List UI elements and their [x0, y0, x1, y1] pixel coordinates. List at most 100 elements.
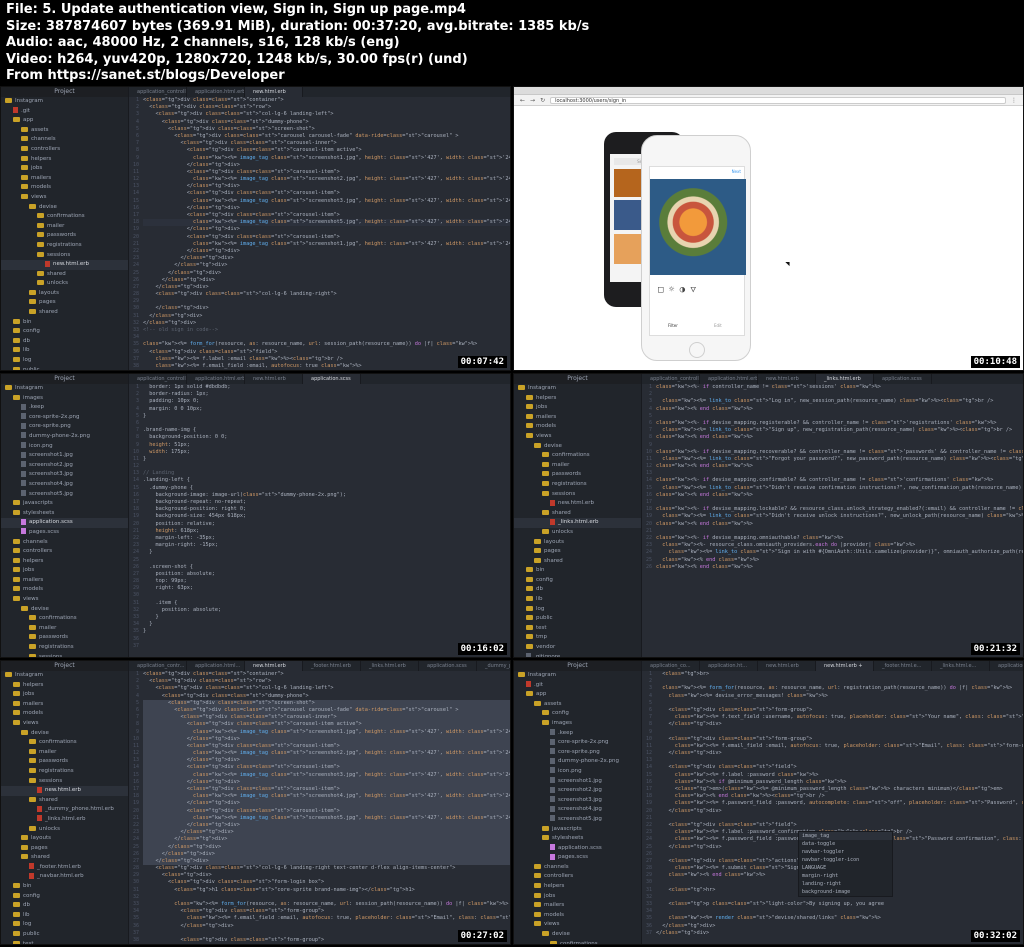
tree-item[interactable]: public: [1, 930, 128, 940]
tree-item[interactable]: devise: [1, 729, 128, 739]
tree-item[interactable]: screenshot3.jpg: [514, 796, 641, 806]
tree-item[interactable]: new.html.erb: [1, 260, 128, 270]
tree-item[interactable]: mailers: [514, 413, 641, 423]
code-editor[interactable]: 1 2 3 4 5 6 7 8 9 10 11 12 13 14 15 16 17 18 19 20 21 22 23 24 2…: [129, 671, 510, 944]
tree-item[interactable]: confirmations: [1, 614, 128, 624]
editor-tab[interactable]: application_co...: [642, 661, 700, 671]
editor-tab[interactable]: application.scss: [303, 374, 361, 384]
tree-item[interactable]: mailers: [1, 174, 128, 184]
tree-item[interactable]: mailer: [1, 624, 128, 634]
tree-item[interactable]: models: [514, 911, 641, 921]
autocomplete-option[interactable]: navbar-toggler: [799, 848, 892, 856]
tree-item[interactable]: Instagram: [514, 384, 641, 394]
tree-item[interactable]: icon.png: [1, 442, 128, 452]
tree-item[interactable]: lib: [1, 911, 128, 921]
tree-item[interactable]: screenshot2.jpg: [1, 461, 128, 471]
tree-item[interactable]: screenshot3.jpg: [1, 470, 128, 480]
tree-item[interactable]: core-sprite.png: [1, 422, 128, 432]
tree-item[interactable]: models: [514, 422, 641, 432]
tree-item[interactable]: lib: [514, 595, 641, 605]
tree-item[interactable]: public: [1, 366, 128, 370]
tree-item[interactable]: screenshot4.jpg: [514, 805, 641, 815]
tree-item[interactable]: log: [514, 605, 641, 615]
tree-item[interactable]: javascripts: [1, 499, 128, 509]
tree-item[interactable]: registrations: [514, 480, 641, 490]
menu-icon[interactable]: ⋮: [1011, 97, 1017, 104]
tree-item[interactable]: pages.scss: [1, 528, 128, 538]
autocomplete-option[interactable]: data-toggle: [799, 840, 892, 848]
tree-item[interactable]: jobs: [1, 566, 128, 576]
editor-tab[interactable]: new.html.erb: [758, 374, 816, 384]
tree-item[interactable]: confirmations: [1, 738, 128, 748]
tree-item[interactable]: .gitignore: [514, 653, 641, 657]
tree-item[interactable]: jobs: [514, 892, 641, 902]
tree-item[interactable]: Instagram: [1, 671, 128, 681]
tree-item[interactable]: app: [514, 690, 641, 700]
tree-item[interactable]: screenshot5.jpg: [1, 490, 128, 500]
tree-item[interactable]: images: [514, 719, 641, 729]
tree-item[interactable]: shared: [1, 270, 128, 280]
editor-tab[interactable]: new.html.erb: [758, 661, 816, 671]
tree-item[interactable]: bin: [1, 882, 128, 892]
tree-item[interactable]: controllers: [514, 872, 641, 882]
editor-tab[interactable]: application.html.erb: [187, 87, 245, 97]
tree-item[interactable]: jobs: [1, 164, 128, 174]
tree-item[interactable]: bin: [1, 318, 128, 328]
tree-item[interactable]: devise: [514, 930, 641, 940]
tree-item[interactable]: shared: [514, 557, 641, 567]
reload-icon[interactable]: ↻: [540, 97, 545, 104]
tree-item[interactable]: sessions: [1, 251, 128, 261]
tree-item[interactable]: core-sprite-2x.png: [1, 413, 128, 423]
tree-item[interactable]: registrations: [1, 241, 128, 251]
tree-item[interactable]: mailers: [1, 576, 128, 586]
tree-item[interactable]: passwords: [1, 633, 128, 643]
tree-item[interactable]: test: [1, 940, 128, 944]
tree-item[interactable]: screenshot1.jpg: [514, 777, 641, 787]
editor-tab[interactable]: new.html.erb +: [816, 661, 874, 671]
tree-item[interactable]: stylesheets: [1, 509, 128, 519]
tree-item[interactable]: db: [514, 585, 641, 595]
editor-tab[interactable]: new.html.erb: [245, 661, 303, 671]
tree-item[interactable]: javascripts: [514, 825, 641, 835]
editor-tab[interactable]: application_controller.rb: [642, 374, 700, 384]
autocomplete-popup[interactable]: image_tag data-toggle navbar-toggler navbar…: [798, 831, 893, 897]
tree-item[interactable]: registrations: [1, 643, 128, 653]
tree-item[interactable]: tmp: [514, 633, 641, 643]
tree-item[interactable]: vendor: [514, 643, 641, 653]
tree-item[interactable]: Instagram: [1, 384, 128, 394]
tree-item[interactable]: new.html.erb: [514, 499, 641, 509]
tree-item[interactable]: confirmations: [1, 212, 128, 222]
autocomplete-option[interactable]: LANGUAGE: [799, 864, 892, 872]
tree-item[interactable]: screenshot4.jpg: [1, 480, 128, 490]
tree-item[interactable]: .keep: [1, 403, 128, 413]
tree-item[interactable]: mailer: [514, 461, 641, 471]
tree-item[interactable]: passwords: [1, 231, 128, 241]
tree-item[interactable]: controllers: [1, 547, 128, 557]
tree-item[interactable]: devise: [1, 605, 128, 615]
tree-item[interactable]: .keep: [514, 729, 641, 739]
editor-tab[interactable]: new.html.erb: [245, 374, 303, 384]
tree-item[interactable]: log: [1, 920, 128, 930]
tree-item[interactable]: layouts: [1, 834, 128, 844]
tree-item[interactable]: shared: [1, 796, 128, 806]
tree-item[interactable]: public: [514, 614, 641, 624]
editor-tab[interactable]: _links.html.erb: [361, 661, 419, 671]
tree-item[interactable]: log: [1, 356, 128, 366]
tree-item[interactable]: app: [1, 116, 128, 126]
tree-item[interactable]: sessions: [1, 653, 128, 657]
tree-item[interactable]: Instagram: [1, 97, 128, 107]
tree-item[interactable]: pages: [1, 844, 128, 854]
tree-item[interactable]: assets: [1, 126, 128, 136]
tree-item[interactable]: views: [1, 595, 128, 605]
tree-item[interactable]: bin: [514, 566, 641, 576]
tree-item[interactable]: layouts: [514, 538, 641, 548]
tree-item[interactable]: channels: [514, 863, 641, 873]
tree-item[interactable]: _navbar.html.erb: [1, 872, 128, 882]
tree-item[interactable]: views: [514, 432, 641, 442]
code-editor[interactable]: 1 2 3 4 5 6 7 8 9 10 11 12 13 14 15 16 17 18 19 20 21 22 23 24 2…: [129, 384, 510, 657]
tree-item[interactable]: mailer: [1, 222, 128, 232]
address-bar[interactable]: localhost:3000/users/sign_in: [550, 96, 1006, 104]
autocomplete-option[interactable]: navbar-toggler-icon: [799, 856, 892, 864]
tree-item[interactable]: jobs: [1, 690, 128, 700]
tree-item[interactable]: Instagram: [514, 671, 641, 681]
